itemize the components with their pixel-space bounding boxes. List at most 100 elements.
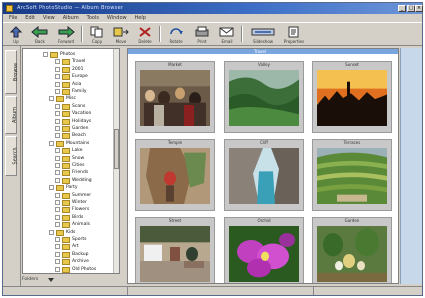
expand-icon[interactable] <box>55 259 60 265</box>
tab-search[interactable]: Search <box>5 136 19 176</box>
folder-icon <box>62 192 70 199</box>
folder-label: Animals <box>72 222 90 228</box>
tab-browse[interactable]: Browse <box>5 50 19 94</box>
up-label: Up <box>13 39 19 44</box>
pane-splitter[interactable] <box>121 46 126 286</box>
menu-album[interactable]: Album <box>63 14 79 22</box>
tree-scroll-thumb[interactable] <box>114 129 119 169</box>
rotate-button[interactable]: Rotate <box>165 26 187 44</box>
expand-icon[interactable] <box>55 192 60 198</box>
tab-album[interactable]: Album <box>5 96 19 134</box>
folder-label: Kids <box>66 229 76 235</box>
expand-icon[interactable] <box>55 200 60 205</box>
rotate-label: Rotate <box>169 39 183 44</box>
gallery-header: Travel <box>128 49 398 54</box>
folder-icon <box>62 133 70 140</box>
photo-thumbnail[interactable]: Garden <box>312 217 392 283</box>
move-label: Move <box>115 39 127 44</box>
photo-thumbnail[interactable]: Terraces <box>312 139 392 211</box>
folder-icon <box>62 89 70 95</box>
expand-icon[interactable] <box>55 126 60 131</box>
expand-icon[interactable] <box>43 52 48 57</box>
move-icon <box>113 27 129 37</box>
delete-button[interactable]: Delete <box>135 26 155 44</box>
menu-window[interactable]: Window <box>107 14 127 22</box>
folder-icon <box>56 96 64 103</box>
expand-icon[interactable] <box>55 163 60 168</box>
copy-button[interactable]: Copy <box>87 26 107 44</box>
menu-tools[interactable]: Tools <box>87 14 99 22</box>
expand-icon[interactable] <box>55 207 60 213</box>
minimize-button[interactable]: _ <box>398 5 406 12</box>
move-button[interactable]: Move <box>111 26 131 44</box>
photo-thumbnail[interactable]: Orchid <box>224 217 304 283</box>
expand-icon[interactable] <box>55 214 60 220</box>
back-arrow-icon <box>31 26 48 38</box>
photo-thumbnail[interactable]: Temple <box>135 139 215 211</box>
thumbnail-caption: Temple <box>167 140 183 145</box>
folder-label: Summer <box>72 192 92 198</box>
email-button[interactable]: Email <box>217 26 237 44</box>
folder-tree[interactable]: Photos Travel 2001 Europe Asia Family Misc Scan… <box>22 48 120 274</box>
expand-icon[interactable] <box>55 66 60 72</box>
folder-label: Misc <box>66 96 76 102</box>
expand-icon[interactable] <box>55 74 60 80</box>
menu-bar: File Edit View Album Tools Window Help <box>3 14 422 22</box>
chevron-down-icon[interactable] <box>48 278 54 282</box>
folder-icon <box>62 163 70 169</box>
expand-icon[interactable] <box>55 133 60 139</box>
folder-icon <box>62 66 70 73</box>
up-button[interactable]: Up <box>7 26 25 44</box>
expand-icon[interactable] <box>55 244 60 250</box>
expand-icon[interactable] <box>55 81 60 87</box>
menu-help[interactable]: Help <box>135 14 146 22</box>
thumbnail-caption: Valley <box>258 62 270 67</box>
expand-icon[interactable] <box>55 251 60 257</box>
folder-label: Sports <box>72 237 87 242</box>
expand-icon[interactable] <box>55 170 60 176</box>
photo-thumbnail[interactable]: Street <box>135 217 215 283</box>
expand-icon[interactable] <box>55 222 60 228</box>
tree-scrollbar[interactable] <box>113 49 119 273</box>
expand-icon[interactable] <box>55 148 60 154</box>
expand-icon[interactable] <box>55 266 60 272</box>
expand-icon[interactable] <box>55 59 60 65</box>
slideshow-button[interactable]: Slideshow <box>249 26 277 44</box>
thumbnail-caption: Orchid <box>257 218 271 223</box>
tab-album-label: Album <box>12 106 19 124</box>
menu-view[interactable]: View <box>43 14 55 22</box>
maximize-button[interactable]: □ <box>407 5 415 12</box>
expand-icon[interactable] <box>49 229 54 235</box>
menu-edit[interactable]: Edit <box>25 14 35 22</box>
expand-icon[interactable] <box>55 177 60 183</box>
expand-icon[interactable] <box>55 103 60 109</box>
toolbar-separator <box>159 26 161 42</box>
photo-thumbnail[interactable]: Sunset <box>312 61 392 133</box>
folder-label: Scans <box>72 103 86 109</box>
photo-image <box>229 148 299 204</box>
expand-icon[interactable] <box>49 140 54 146</box>
close-button[interactable]: × <box>415 5 423 12</box>
folder-label: Party <box>66 185 78 191</box>
folder-label: 2001 <box>72 66 84 72</box>
photo-thumbnail[interactable]: Cliff <box>224 139 304 211</box>
forward-button[interactable]: Forward <box>55 26 77 44</box>
expand-icon[interactable] <box>55 237 60 242</box>
photo-thumbnail[interactable]: Market <box>135 61 215 133</box>
print-button[interactable]: Print <box>191 26 213 44</box>
back-button[interactable]: Back <box>29 26 51 44</box>
tree-status-label: Folders <box>22 277 39 282</box>
photo-image <box>317 226 387 282</box>
folder-label: Birds <box>72 214 84 220</box>
photo-image <box>229 226 299 282</box>
photo-thumbnail[interactable]: Valley <box>224 61 304 133</box>
gallery-scrollbar[interactable] <box>400 48 422 284</box>
properties-button[interactable]: Properties <box>283 26 305 44</box>
expand-icon[interactable] <box>55 89 60 94</box>
menu-file[interactable]: File <box>9 14 17 22</box>
expand-icon[interactable] <box>49 185 54 191</box>
expand-icon[interactable] <box>49 96 54 102</box>
expand-icon[interactable] <box>55 111 60 117</box>
expand-icon[interactable] <box>55 155 60 161</box>
expand-icon[interactable] <box>55 118 60 124</box>
